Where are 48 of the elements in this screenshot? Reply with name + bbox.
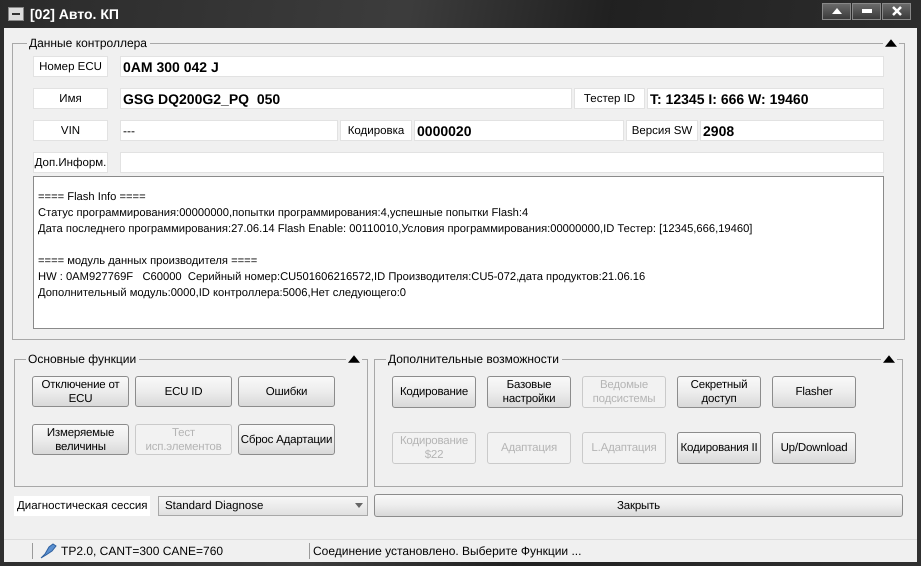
close-button[interactable] — [882, 2, 911, 20]
function-button[interactable]: Отключение от ECU — [32, 376, 129, 407]
session-dropdown[interactable]: Standard Diagnose — [158, 496, 368, 516]
info-line: Статус программирования:00000000,попытки программирования:4,успешные попытки Flash:4 — [38, 206, 530, 221]
status-message: Соединение установлено. Выберите Функции ... — [312, 544, 582, 558]
maximize-button[interactable] — [822, 2, 851, 20]
field-value: 0000020 — [414, 120, 624, 141]
function-button[interactable]: Flasher — [772, 376, 856, 408]
info-line: Дополнительный модуль:0000,ID контроллера:5006,Нет следующего:0 — [38, 286, 408, 301]
dropdown-arrow-icon — [355, 503, 363, 508]
field-value: T: 12345 I: 666 W: 19460 — [647, 88, 884, 109]
function-button[interactable]: Секретный доступ — [677, 376, 761, 408]
function-button[interactable]: ECU ID — [135, 376, 232, 407]
field-label: Доп.Информ. — [33, 152, 108, 173]
connector-icon — [39, 543, 57, 559]
function-button[interactable]: Сброс Адартации — [238, 424, 335, 455]
close-dialog-button[interactable]: Закрыть — [374, 494, 903, 517]
field-label: Номер ECU — [33, 56, 108, 77]
group-title: Основные функции — [27, 352, 138, 366]
field-value: GSG DQ200G2_PQ 050 — [120, 88, 572, 109]
function-button[interactable]: Базовые настройки — [487, 376, 571, 408]
field-value: --- — [120, 120, 338, 141]
system-menu-icon[interactable] — [8, 7, 24, 21]
field-value: 0AM 300 042 J — [120, 56, 884, 77]
field-label: VIN — [33, 120, 108, 141]
field-label: Имя — [33, 88, 108, 109]
group-title: Дополнительные возможности — [387, 352, 560, 366]
info-line: ==== Flash Info ==== — [38, 190, 147, 205]
minimize-icon — [862, 9, 872, 13]
field-value: 2908 — [700, 120, 884, 141]
info-line: ==== модуль данных производителя ==== — [38, 254, 258, 269]
function-button[interactable]: Кодирование — [392, 376, 476, 408]
function-button[interactable]: Ошибки — [238, 376, 335, 407]
protocol-status: TP2.0, CANT=300 CANE=760 — [61, 544, 224, 558]
function-button[interactable]: Up/Download — [772, 432, 856, 464]
triangle-up-icon — [832, 8, 842, 14]
session-label: Диагностическая сессия — [14, 496, 150, 516]
info-line: HW : 0AM927769F C60000 Серийный номер:CU501606216572,ID Производителя:CU5-072,дата продуктов:21.06.16 — [38, 270, 646, 285]
info-line: Дата последнего программирования:27.06.14 Flash Enable: 00110010,Условия программирования:00000000,ID Тестер: [12345,666,19460] — [38, 222, 754, 237]
function-button[interactable]: Измеряемые величины — [32, 424, 129, 455]
field-label: Версия SW — [626, 120, 698, 141]
minimize-button[interactable] — [852, 2, 881, 20]
field-label: Кодировка — [340, 120, 412, 141]
window-title: [02] Авто. КП — [30, 6, 119, 22]
close-icon — [892, 6, 902, 16]
group-title: Данные контроллера — [28, 36, 148, 50]
field-label: Тестер ID — [574, 88, 645, 109]
function-button[interactable]: Кодирования II — [677, 432, 761, 464]
